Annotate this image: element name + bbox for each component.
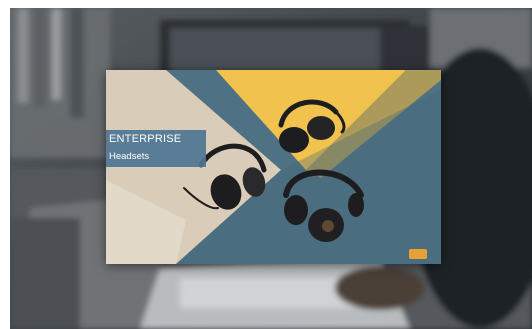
hero-title: ENTERPRISE [109, 133, 182, 145]
enterprise-headsets-card: ENTERPRISE Headsets [106, 70, 441, 264]
hero-subtitle: Headsets [109, 151, 150, 162]
hero-label-box: ENTERPRISE Headsets [106, 130, 206, 167]
headsets-product-image [106, 70, 441, 264]
brand-logo-icon [409, 249, 427, 259]
slide-canvas: ENTERPRISE Headsets [10, 8, 532, 329]
